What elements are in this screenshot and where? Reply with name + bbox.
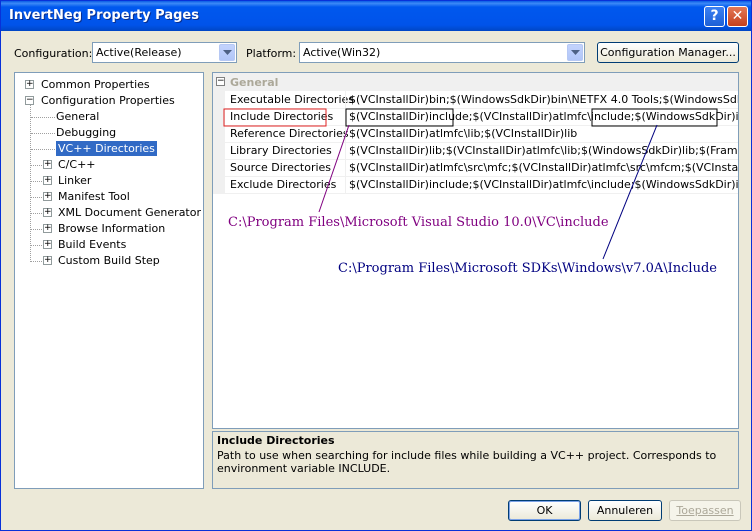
vc-pointer-line — [318, 124, 350, 213]
sdk-include-path-annotation: C:\Program Files\Microsoft SDKs\Windows\… — [338, 261, 717, 276]
vc-include-path-annotation: C:\Program Files\Microsoft Visual Studio… — [228, 215, 609, 230]
vc-include-box — [345, 108, 454, 127]
sdk-pointer-line — [602, 124, 658, 260]
include-directories-highlight — [223, 108, 327, 127]
property-pages-dialog: InvertNeg Property Pages ? ✕ Configurati… — [0, 0, 752, 531]
sdk-include-box — [591, 108, 718, 127]
